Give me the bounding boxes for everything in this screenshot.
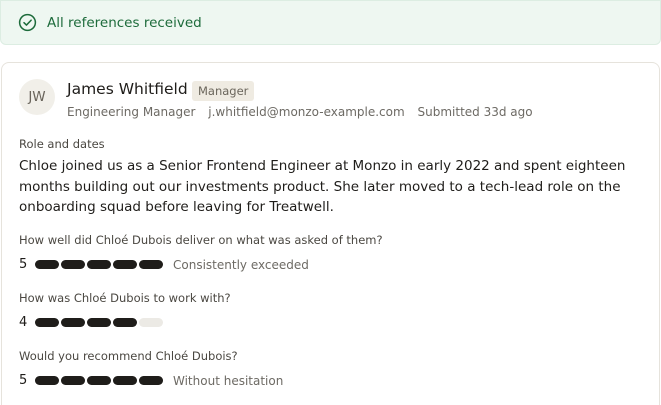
rating-pill-filled [139,376,163,385]
rating-pills [35,260,165,269]
rating-pill-filled [87,260,111,269]
question-label: Would you recommend Chloé Dubois? [19,349,238,363]
rating-pill-filled [61,376,85,385]
rating-pill-filled [61,260,85,269]
referee-meta: Engineering Manager j.whitfield@monzo-ex… [67,105,542,119]
rating-row: 5 Consistently exceeded [19,257,309,272]
rating-pill-filled [35,260,59,269]
reference-card: JW James Whitfield Manager Engineering M… [1,62,660,405]
rating-pills [35,318,165,327]
rating-pill-filled [87,318,111,327]
question-label: How was Chloé Dubois to work with? [19,291,231,305]
rating-label: Consistently exceeded [173,257,309,272]
rating-pill-empty [139,318,163,327]
referee-email: j.whitfield@monzo-example.com [208,105,405,119]
rating-label: Without hesitation [173,373,284,388]
rating-score: 5 [19,257,28,272]
rating-score: 5 [19,373,28,388]
banner-text: All references received [47,14,202,31]
rating-pill-filled [113,260,137,269]
question-label: How well did Chloé Dubois deliver on wha… [19,233,383,247]
rating-row: 4 [19,315,173,330]
rating-pill-filled [61,318,85,327]
rating-pill-filled [113,376,137,385]
referee-name: James Whitfield [67,80,188,98]
rating-pill-filled [35,318,59,327]
check-circle-icon [18,13,37,32]
rating-pill-filled [35,376,59,385]
submitted-time: Submitted 33d ago [417,105,533,119]
relationship-badge: Manager [192,81,255,101]
references-status-banner: All references received [0,0,661,45]
rating-score: 4 [19,315,28,330]
role-section-text: Chloe joined us as a Senior Frontend Eng… [19,158,626,215]
avatar: JW [19,79,55,115]
role-section-label: Role and dates [19,137,105,151]
rating-pills [35,376,165,385]
referee-title: Engineering Manager [67,105,196,119]
rating-pill-filled [139,260,163,269]
rating-row: 5 Without hesitation [19,373,283,388]
rating-pill-filled [113,318,137,327]
rating-pill-filled [87,376,111,385]
